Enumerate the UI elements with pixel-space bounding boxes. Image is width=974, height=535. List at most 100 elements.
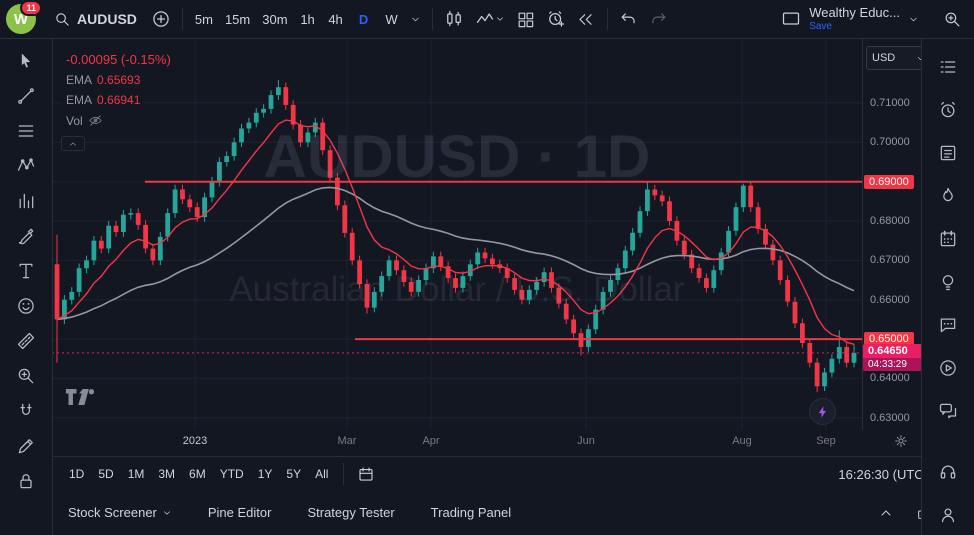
price-tick-0.66000: 0.66000 <box>870 293 910 307</box>
watchlist-panel-button[interactable] <box>931 53 965 81</box>
tool-forecast[interactable] <box>9 187 43 215</box>
price-axis[interactable]: USD 0.64650 04:33:29 0.710000.700000.690… <box>862 38 923 430</box>
support-panel-button[interactable] <box>931 458 965 486</box>
compare-add-button[interactable] <box>147 5 175 33</box>
timeframe-5m[interactable]: 5m <box>190 6 218 32</box>
toolbar-right: Wealthy Educ... Save <box>777 5 966 33</box>
tab-stock-screener[interactable]: Stock Screener <box>68 505 172 520</box>
timeframe-menu-button[interactable] <box>407 5 425 33</box>
timeframe-4h[interactable]: 4h <box>323 6 349 32</box>
range-6m[interactable]: 6M <box>182 464 213 484</box>
layout-select-button[interactable] <box>777 5 805 33</box>
timeframe-D[interactable]: D <box>351 6 377 32</box>
data-window-panel-button[interactable] <box>931 139 965 167</box>
streams-panel-button[interactable] <box>931 354 965 382</box>
chat-bubble-icon <box>938 315 958 335</box>
range-5y[interactable]: 5Y <box>279 464 308 484</box>
magnet-icon <box>16 401 36 421</box>
timeframe-W[interactable]: W <box>379 6 405 32</box>
redo-button[interactable] <box>645 5 673 33</box>
volume-legend[interactable]: Vol <box>61 112 108 129</box>
monitor-layout-icon <box>781 9 801 29</box>
hotlists-panel-button[interactable] <box>931 182 965 210</box>
replay-rewind-icon <box>576 10 595 29</box>
tool-emoji[interactable] <box>9 292 43 320</box>
tool-measure[interactable] <box>9 327 43 355</box>
chat-panel-button[interactable] <box>931 311 965 339</box>
alerts-panel-button[interactable] <box>931 96 965 124</box>
alert-button[interactable] <box>542 5 570 33</box>
range-all[interactable]: All <box>308 464 335 484</box>
timeframe-15m[interactable]: 15m <box>220 6 255 32</box>
bar-replay-button[interactable] <box>572 5 600 33</box>
ideas-panel-button[interactable] <box>931 268 965 296</box>
range-3m[interactable]: 3M <box>151 464 182 484</box>
save-label[interactable]: Save <box>809 21 832 32</box>
tool-draw-edit[interactable] <box>9 432 43 460</box>
range-1m[interactable]: 1M <box>121 464 152 484</box>
search-plus-icon <box>943 10 962 29</box>
utc-clock[interactable]: 16:26:30 (UTC) <box>838 467 932 482</box>
chart-canvas[interactable]: AUDUSD · 1D Australian Dollar / U.S. Dol… <box>52 38 862 430</box>
indicators-button[interactable] <box>470 5 510 33</box>
legend-collapse-button[interactable] <box>61 136 85 151</box>
tradingview-logo[interactable] <box>65 388 95 406</box>
timeframe-30m[interactable]: 30m <box>257 6 292 32</box>
calendar-icon <box>938 229 958 249</box>
tool-fib[interactable] <box>9 117 43 145</box>
panel-expand-button[interactable] <box>872 499 900 527</box>
chevron-up-icon <box>878 505 894 521</box>
brokers-panel-button[interactable] <box>931 501 965 529</box>
tool-zoom[interactable] <box>9 362 43 390</box>
layout-name-block[interactable]: Wealthy Educ... Save <box>809 6 900 31</box>
notes-panel-button[interactable] <box>931 397 965 425</box>
tool-cursor[interactable] <box>9 47 43 75</box>
undo-button[interactable] <box>615 5 643 33</box>
ema-slow-legend[interactable]: EMA 0.66941 <box>61 92 145 108</box>
time-label-Apr: Apr <box>409 435 453 447</box>
tool-pattern[interactable] <box>9 152 43 180</box>
price-tick-0.69000: 0.69000 <box>864 175 914 189</box>
range-ytd[interactable]: YTD <box>213 464 251 484</box>
ema-fast-label: EMA <box>66 73 92 87</box>
gear-icon[interactable] <box>893 433 909 449</box>
bottom-tabs-group: Stock Screener Pine Editor Strategy Tester… <box>68 505 511 520</box>
tool-magnet[interactable] <box>9 397 43 425</box>
alarm-clock-icon <box>938 100 958 120</box>
watchlist-icon <box>938 57 958 77</box>
fib-retracement-icon <box>16 121 36 141</box>
plus-circle-icon <box>151 9 171 29</box>
range-1d[interactable]: 1D <box>62 464 91 484</box>
time-label-2023: 2023 <box>173 435 217 447</box>
tab-strategy-tester[interactable]: Strategy Tester <box>307 505 394 520</box>
time-label-Sep: Sep <box>804 435 848 447</box>
tool-trendline[interactable] <box>9 82 43 110</box>
range-1y[interactable]: 1Y <box>251 464 280 484</box>
tool-lock[interactable] <box>9 467 43 495</box>
symbol-search-button[interactable]: AUDUSD <box>46 5 145 33</box>
chevron-down-icon <box>162 508 172 518</box>
quick-search-button[interactable] <box>938 5 966 33</box>
tab-trading-panel[interactable]: Trading Panel <box>431 505 511 520</box>
layout-menu-button[interactable] <box>904 5 922 33</box>
current-price-value: 0.64650 <box>863 344 922 358</box>
layout-grid-button[interactable] <box>512 5 540 33</box>
tool-text[interactable] <box>9 257 43 285</box>
grid-layout-icon <box>516 10 535 29</box>
go-to-date-button[interactable] <box>352 462 380 486</box>
user-avatar-button[interactable]: W 11 <box>6 4 36 34</box>
time-axis[interactable]: 2023MarAprJunAugSep <box>52 430 922 456</box>
tab-pine-editor[interactable]: Pine Editor <box>208 505 272 520</box>
ema-fast-value: 0.65693 <box>97 73 140 87</box>
boost-button[interactable] <box>809 398 836 425</box>
range-divider <box>343 463 344 485</box>
range-5d[interactable]: 5D <box>91 464 120 484</box>
timeframe-1h[interactable]: 1h <box>295 6 321 32</box>
chart-style-button[interactable] <box>440 5 468 33</box>
calendar-panel-button[interactable] <box>931 225 965 253</box>
tool-brush[interactable] <box>9 222 43 250</box>
ema-fast-legend[interactable]: EMA 0.65693 <box>61 72 145 88</box>
ema-slow-label: EMA <box>66 93 92 107</box>
chart-legend: -0.00095 (-0.15%) EMA 0.65693 EMA 0.6694… <box>61 51 176 151</box>
lock-icon <box>16 471 36 491</box>
